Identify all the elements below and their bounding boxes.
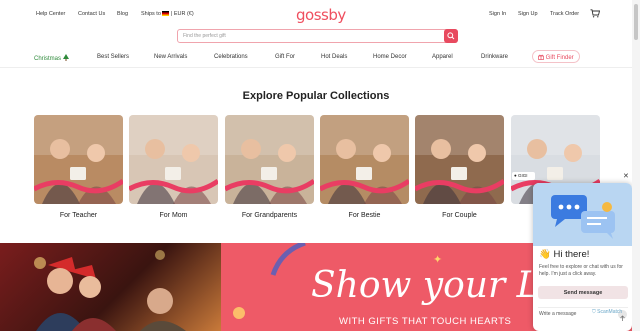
cart-icon[interactable] bbox=[590, 9, 600, 18]
contact-us-link[interactable]: Contact Us bbox=[78, 11, 105, 17]
nav-christmas[interactable]: Christmas bbox=[34, 54, 69, 62]
collection-label[interactable]: For Bestie bbox=[320, 212, 409, 219]
chat-bubbles-icon bbox=[551, 195, 615, 239]
page: Help Center Contact Us Blog Ships to | EU… bbox=[0, 0, 640, 331]
tree-icon bbox=[62, 54, 69, 61]
main-nav: Christmas Best Sellers New Arrivals Cele… bbox=[0, 48, 632, 68]
germany-flag-icon bbox=[161, 11, 169, 16]
nav-gift-for[interactable]: Gift For bbox=[275, 54, 295, 60]
scanmatch-watermark: ⛉ ScanMatch bbox=[592, 309, 623, 315]
search-icon bbox=[447, 32, 455, 40]
chat-close-icon[interactable]: ✕ bbox=[623, 172, 629, 180]
search-button[interactable] bbox=[444, 29, 458, 43]
family-photo bbox=[34, 250, 186, 331]
collection-label[interactable]: For Mom bbox=[129, 212, 218, 219]
nav-drinkware[interactable]: Drinkware bbox=[481, 54, 508, 60]
gigi-badge: ● GIGI bbox=[512, 172, 535, 180]
collection-photo bbox=[415, 115, 504, 204]
gift-finder-button[interactable]: Gift Finder bbox=[532, 50, 580, 63]
collection-photo bbox=[34, 115, 123, 204]
nav-best-sellers[interactable]: Best Sellers bbox=[97, 54, 129, 60]
scrollbar-thumb[interactable] bbox=[634, 4, 638, 40]
sign-up-link[interactable]: Sign Up bbox=[518, 11, 538, 17]
scrollbar-track[interactable] bbox=[632, 0, 640, 331]
collection-label[interactable]: For Grandparents bbox=[225, 212, 314, 219]
chat-message: Feel free to explore or chat with us for… bbox=[539, 264, 623, 277]
banner-subline: WITH GIFTS THAT TOUCH HEARTS bbox=[339, 316, 512, 327]
banner-photo[interactable] bbox=[0, 243, 221, 331]
chat-input-placeholder[interactable]: Write a message bbox=[539, 311, 576, 317]
nav-new-arrivals[interactable]: New Arrivals bbox=[154, 54, 187, 60]
collection-photo bbox=[320, 115, 409, 204]
currency-label: | EUR (€) bbox=[170, 11, 194, 17]
nav-christmas-label: Christmas bbox=[34, 56, 62, 62]
collection-card[interactable] bbox=[129, 115, 218, 204]
collection-card[interactable] bbox=[320, 115, 409, 204]
nav-apparel[interactable]: Apparel bbox=[432, 54, 453, 60]
chat-greeting: 👋 Hi there! bbox=[539, 249, 590, 260]
section-title: Explore Popular Collections bbox=[242, 90, 390, 102]
help-center-link[interactable]: Help Center bbox=[36, 11, 65, 17]
blog-link[interactable]: Blog bbox=[117, 11, 128, 17]
collection-card[interactable] bbox=[415, 115, 504, 204]
track-order-link[interactable]: Track Order bbox=[550, 11, 579, 17]
chat-illustration bbox=[533, 183, 632, 246]
arrow-up-icon bbox=[620, 315, 625, 321]
send-message-button[interactable]: Send message bbox=[538, 286, 628, 299]
scanmatch-watermark-label: ScanMatch bbox=[597, 309, 623, 315]
nav-celebrations[interactable]: Celebrations bbox=[214, 54, 248, 60]
collection-label[interactable]: For Couple bbox=[415, 212, 504, 219]
nav-hot-deals[interactable]: Hot Deals bbox=[321, 54, 347, 60]
gift-finder-label: Gift Finder bbox=[545, 55, 574, 61]
top-bar: Help Center Contact Us Blog Ships to | EU… bbox=[0, 0, 632, 28]
nav-home-decor[interactable]: Home Decor bbox=[373, 54, 407, 60]
collection-card[interactable] bbox=[225, 115, 314, 204]
gift-icon bbox=[538, 54, 544, 60]
ships-to-selector[interactable]: Ships to | EUR (€) bbox=[141, 11, 194, 17]
gigi-badge-label: GIGI bbox=[517, 173, 528, 178]
search-input[interactable]: Find the perfect gift bbox=[183, 33, 226, 39]
collection-photo bbox=[129, 115, 218, 204]
gossby-logo[interactable]: gossby bbox=[296, 6, 346, 24]
collection-card[interactable] bbox=[34, 115, 123, 204]
sign-in-link[interactable]: Sign In bbox=[489, 11, 506, 17]
ships-to-label: Ships to bbox=[141, 11, 161, 17]
collection-label[interactable]: For Teacher bbox=[34, 212, 123, 219]
search-bar[interactable]: Find the perfect gift bbox=[177, 29, 458, 43]
banner-headline: Show your Lo bbox=[311, 265, 563, 306]
collection-photo bbox=[225, 115, 314, 204]
